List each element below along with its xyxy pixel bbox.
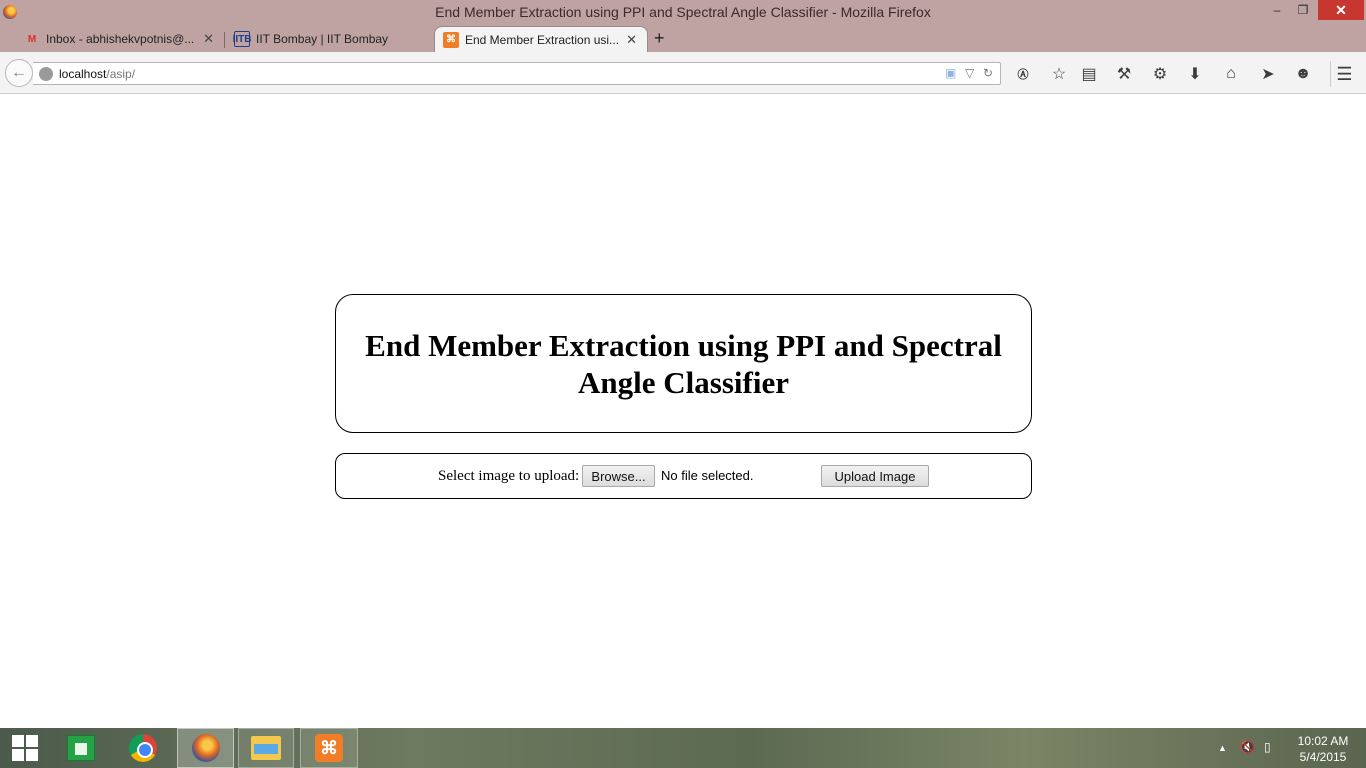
menu-button[interactable]: ☰ xyxy=(1330,61,1358,87)
pocket-icon[interactable]: ▣ xyxy=(945,66,956,80)
xampp-icon: ⌘ xyxy=(315,734,343,762)
home-icon[interactable]: ⌂ xyxy=(1221,64,1241,84)
taskbar-xampp[interactable]: ⌘ xyxy=(300,728,358,768)
history-dropdown-icon[interactable]: ▽ xyxy=(965,66,974,80)
browse-button[interactable]: Browse... xyxy=(582,465,655,487)
reload-icon[interactable]: ↻ xyxy=(983,66,993,80)
taskbar-file-explorer[interactable] xyxy=(238,728,294,768)
tab-end-member-extraction[interactable]: ⌘ End Member Extraction usi... ✕ xyxy=(434,26,648,52)
chat-icon[interactable]: ☻ xyxy=(1293,64,1313,84)
store-icon xyxy=(67,735,95,761)
url-path: /asip/ xyxy=(106,67,136,81)
file-status: No file selected. xyxy=(661,468,754,483)
tab-inbox[interactable]: M Inbox - abhishekvpotnis@... ✕ xyxy=(16,26,224,52)
back-button[interactable]: ← xyxy=(5,59,33,87)
abp-icon[interactable]: Ⓐ xyxy=(1013,64,1033,84)
upload-label: Select image to upload: xyxy=(438,468,580,484)
window-title: End Member Extraction using PPI and Spec… xyxy=(435,4,931,20)
tab-iit-bombay[interactable]: IITB IIT Bombay | IIT Bombay xyxy=(226,26,434,52)
window-titlebar: End Member Extraction using PPI and Spec… xyxy=(0,0,1366,26)
close-window-button[interactable]: ✕ xyxy=(1318,0,1364,20)
windows-logo-icon xyxy=(12,735,38,761)
system-clock[interactable]: 10:02 AM 5/4/2015 xyxy=(1290,733,1356,765)
close-tab-icon[interactable]: ✕ xyxy=(203,31,214,47)
title-box: End Member Extraction using PPI and Spec… xyxy=(335,294,1032,433)
firefox-icon xyxy=(191,734,220,762)
folder-icon xyxy=(251,736,281,760)
taskbar-firefox[interactable] xyxy=(177,728,234,768)
url-host: localhost xyxy=(59,67,107,81)
network-icon[interactable]: ▯ xyxy=(1264,740,1271,754)
close-tab-icon[interactable]: ✕ xyxy=(626,32,637,48)
restore-button[interactable]: ❐ xyxy=(1290,0,1316,20)
tab-label: IIT Bombay | IIT Bombay xyxy=(256,32,389,46)
gmail-icon: M xyxy=(27,33,37,45)
url-text[interactable]: localhost/asip/ xyxy=(59,67,135,81)
taskbar-chrome[interactable] xyxy=(126,728,160,768)
tab-label: Inbox - abhishekvpotnis@... xyxy=(46,32,195,46)
download-icon[interactable]: ⬇ xyxy=(1185,64,1205,84)
chrome-icon xyxy=(129,734,157,762)
reading-list-icon[interactable]: ▤ xyxy=(1079,64,1099,84)
upload-image-button[interactable]: Upload Image xyxy=(821,465,929,487)
start-button[interactable] xyxy=(8,728,42,768)
show-hidden-icons-icon[interactable]: ▲ xyxy=(1218,743,1227,753)
page-content: End Member Extraction using PPI and Spec… xyxy=(0,94,1366,728)
iitb-icon: IITB xyxy=(233,31,251,47)
tab-separator xyxy=(224,32,225,48)
clock-date: 5/4/2015 xyxy=(1299,750,1347,764)
taskbar-store[interactable] xyxy=(64,728,98,768)
upload-form: Select image to upload: Browse... No fil… xyxy=(335,453,1032,499)
xampp-icon: ⌘ xyxy=(443,31,459,48)
minimize-button[interactable]: – xyxy=(1264,0,1290,20)
wrench-icon[interactable]: ⚒ xyxy=(1114,64,1134,84)
url-bar[interactable]: localhost/asip/ ▣ ▽ ↻ xyxy=(33,62,1001,85)
send-icon[interactable]: ➤ xyxy=(1258,64,1278,84)
globe-icon xyxy=(39,67,53,81)
new-tab-button[interactable]: + xyxy=(654,28,665,49)
page-title: End Member Extraction using PPI and Spec… xyxy=(365,327,1002,400)
navigation-toolbar: ← localhost/asip/ ▣ ▽ ↻ Ⓐ ☆ ▤ ⚒ ⚙ ⬇ ⌂ ➤ … xyxy=(0,52,1366,94)
volume-muted-icon[interactable]: 🔇 xyxy=(1240,740,1255,754)
gear-icon[interactable]: ⚙ xyxy=(1150,64,1170,84)
tab-strip: M Inbox - abhishekvpotnis@... ✕ IITB IIT… xyxy=(0,26,1366,52)
clock-time: 10:02 AM xyxy=(1297,734,1349,748)
bookmark-star-icon[interactable]: ☆ xyxy=(1049,64,1069,84)
tab-label: End Member Extraction usi... xyxy=(465,32,620,47)
windows-taskbar: ⌘ ▲ 🔇 ▯ 10:02 AM 5/4/2015 xyxy=(0,728,1366,768)
